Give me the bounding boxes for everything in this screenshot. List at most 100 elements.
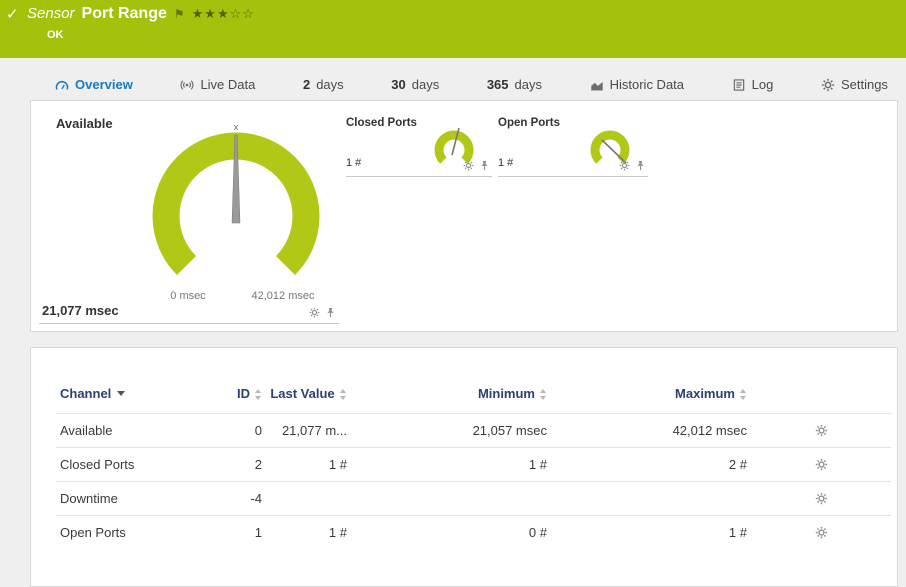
col-header-last-value[interactable]: Last Value [266, 384, 351, 414]
tab-bar: Overview Live Data 2 days 30 days 365 da… [45, 68, 898, 104]
channel-name-cell: Available [56, 413, 216, 448]
channel-maximum-cell: 42,012 msec [551, 413, 751, 448]
tab-live-data[interactable]: Live Data [170, 68, 265, 104]
table-row[interactable]: Closed Ports 2 1 # 1 # 2 # [56, 447, 891, 482]
tab-30-days[interactable]: 30 days [381, 68, 449, 104]
channel-last-value-cell: 21,077 m... [266, 413, 351, 448]
tab-settings[interactable]: Settings [811, 68, 898, 104]
channel-settings-gear-icon[interactable] [815, 424, 828, 437]
gear-icon [821, 78, 835, 92]
col-header-label: Last Value [270, 386, 335, 401]
gauge-max-marker: x [234, 122, 239, 132]
channel-settings-gear-icon[interactable] [815, 526, 828, 539]
sort-desc-icon [117, 391, 126, 397]
log-icon [732, 78, 746, 92]
gauges-panel: Available x 0 msec 42,012 msec 21,077 ms… [30, 100, 898, 332]
sort-icon [339, 389, 347, 401]
flag-icon[interactable]: ⚑ [174, 7, 185, 21]
channel-maximum-cell: 2 # [551, 447, 751, 482]
channel-last-value-cell [266, 481, 351, 516]
main-gauge-title: Available [56, 116, 113, 131]
status-badge: OK [47, 29, 64, 41]
gauge-max-label: 42,012 msec [252, 290, 315, 302]
available-gauge: x 0 msec 42,012 msec [152, 122, 320, 302]
channel-name-cell: Downtime [56, 481, 216, 516]
closed-ports-value: 1 # [346, 157, 362, 169]
channel-maximum-cell [551, 481, 751, 516]
channel-id-cell: 2 [216, 447, 266, 482]
channel-minimum-cell [351, 481, 551, 516]
gauge-icon [55, 78, 69, 92]
col-header-label: Minimum [477, 386, 535, 401]
priority-stars[interactable]: ★★★☆☆ [192, 7, 255, 22]
tab-label: days [411, 77, 440, 92]
pin-icon[interactable] [479, 160, 490, 171]
tab-label: days [514, 77, 542, 92]
tab-label-number: 2 [302, 77, 311, 92]
tab-log[interactable]: Log [722, 68, 784, 104]
channels-table: Channel ID Last Value Minimum Maximum Av… [56, 384, 891, 549]
tab-label: days [316, 77, 344, 92]
table-row[interactable]: Open Ports 1 1 # 0 # 1 # [56, 515, 891, 549]
channel-minimum-cell: 21,057 msec [351, 413, 551, 448]
gauge-min-label: 0 msec [170, 290, 206, 302]
col-header-minimum[interactable]: Minimum [351, 384, 551, 414]
channel-id-cell: 1 [216, 515, 266, 549]
sensor-status-header: ✓ Sensor Port Range ⚑ ★★★☆☆ OK [0, 0, 906, 58]
col-header-label: Maximum [675, 386, 735, 401]
col-header-id[interactable]: ID [216, 384, 266, 414]
channel-last-value-cell: 1 # [266, 515, 351, 549]
channel-maximum-cell: 1 # [551, 515, 751, 549]
sensor-title: Port Range [81, 5, 167, 22]
tab-label: Log [751, 77, 774, 92]
tab-label: Settings [840, 77, 888, 92]
sensor-title-line: Sensor Port Range ⚑ ★★★☆☆ [27, 5, 255, 23]
tab-historic-data[interactable]: Historic Data [580, 68, 694, 104]
main-gauge-footer: 21,077 msec [39, 303, 339, 324]
open-ports-gauge-block: Open Ports 1 # [498, 115, 648, 177]
sort-icon [255, 389, 262, 401]
channel-last-value-cell: 1 # [266, 447, 351, 482]
channel-minimum-cell: 1 # [351, 447, 551, 482]
tab-365-days[interactable]: 365 days [477, 68, 552, 104]
table-row[interactable]: Available 0 21,077 m... 21,057 msec 42,0… [56, 413, 891, 448]
channel-settings-gear-icon[interactable] [815, 458, 828, 471]
open-ports-value: 1 # [498, 157, 514, 169]
live-data-icon [180, 78, 194, 92]
closed-ports-gauge-block: Closed Ports 1 # [346, 115, 492, 177]
col-header-label: Channel [60, 386, 112, 401]
gear-icon[interactable] [309, 307, 320, 318]
sensor-type-label: Sensor [27, 5, 75, 22]
col-header-channel[interactable]: Channel [56, 384, 216, 414]
gear-icon[interactable] [463, 160, 474, 171]
col-header-settings [751, 384, 891, 414]
tab-overview[interactable]: Overview [45, 68, 143, 104]
tab-label: Overview [75, 77, 133, 92]
col-header-maximum[interactable]: Maximum [551, 384, 751, 414]
tab-label-number: 30 [391, 77, 406, 92]
channels-panel: Channel ID Last Value Minimum Maximum Av… [30, 347, 898, 587]
chart-icon [590, 78, 604, 92]
channel-id-cell: 0 [216, 413, 266, 448]
channel-id-cell: -4 [216, 481, 266, 516]
tab-label-number: 365 [486, 77, 509, 92]
tab-label: Historic Data [609, 77, 685, 92]
ok-check-icon: ✓ [6, 5, 19, 23]
tab-label: Live Data [200, 77, 256, 92]
pin-icon[interactable] [635, 160, 646, 171]
sort-icon [740, 389, 747, 401]
main-gauge-value: 21,077 msec [42, 303, 119, 318]
table-row[interactable]: Downtime -4 [56, 481, 891, 516]
tab-2-days[interactable]: 2 days [293, 68, 354, 104]
pin-icon[interactable] [325, 307, 336, 318]
channel-name-cell: Open Ports [56, 515, 216, 549]
sort-icon [540, 389, 547, 401]
open-ports-title: Open Ports [498, 117, 560, 129]
channel-name-cell: Closed Ports [56, 447, 216, 482]
channel-minimum-cell: 0 # [351, 515, 551, 549]
gear-icon[interactable] [619, 160, 630, 171]
col-header-label: ID [237, 386, 250, 401]
closed-ports-title: Closed Ports [346, 117, 417, 129]
channel-settings-gear-icon[interactable] [815, 492, 828, 505]
table-header-row: Channel ID Last Value Minimum Maximum [56, 384, 891, 414]
